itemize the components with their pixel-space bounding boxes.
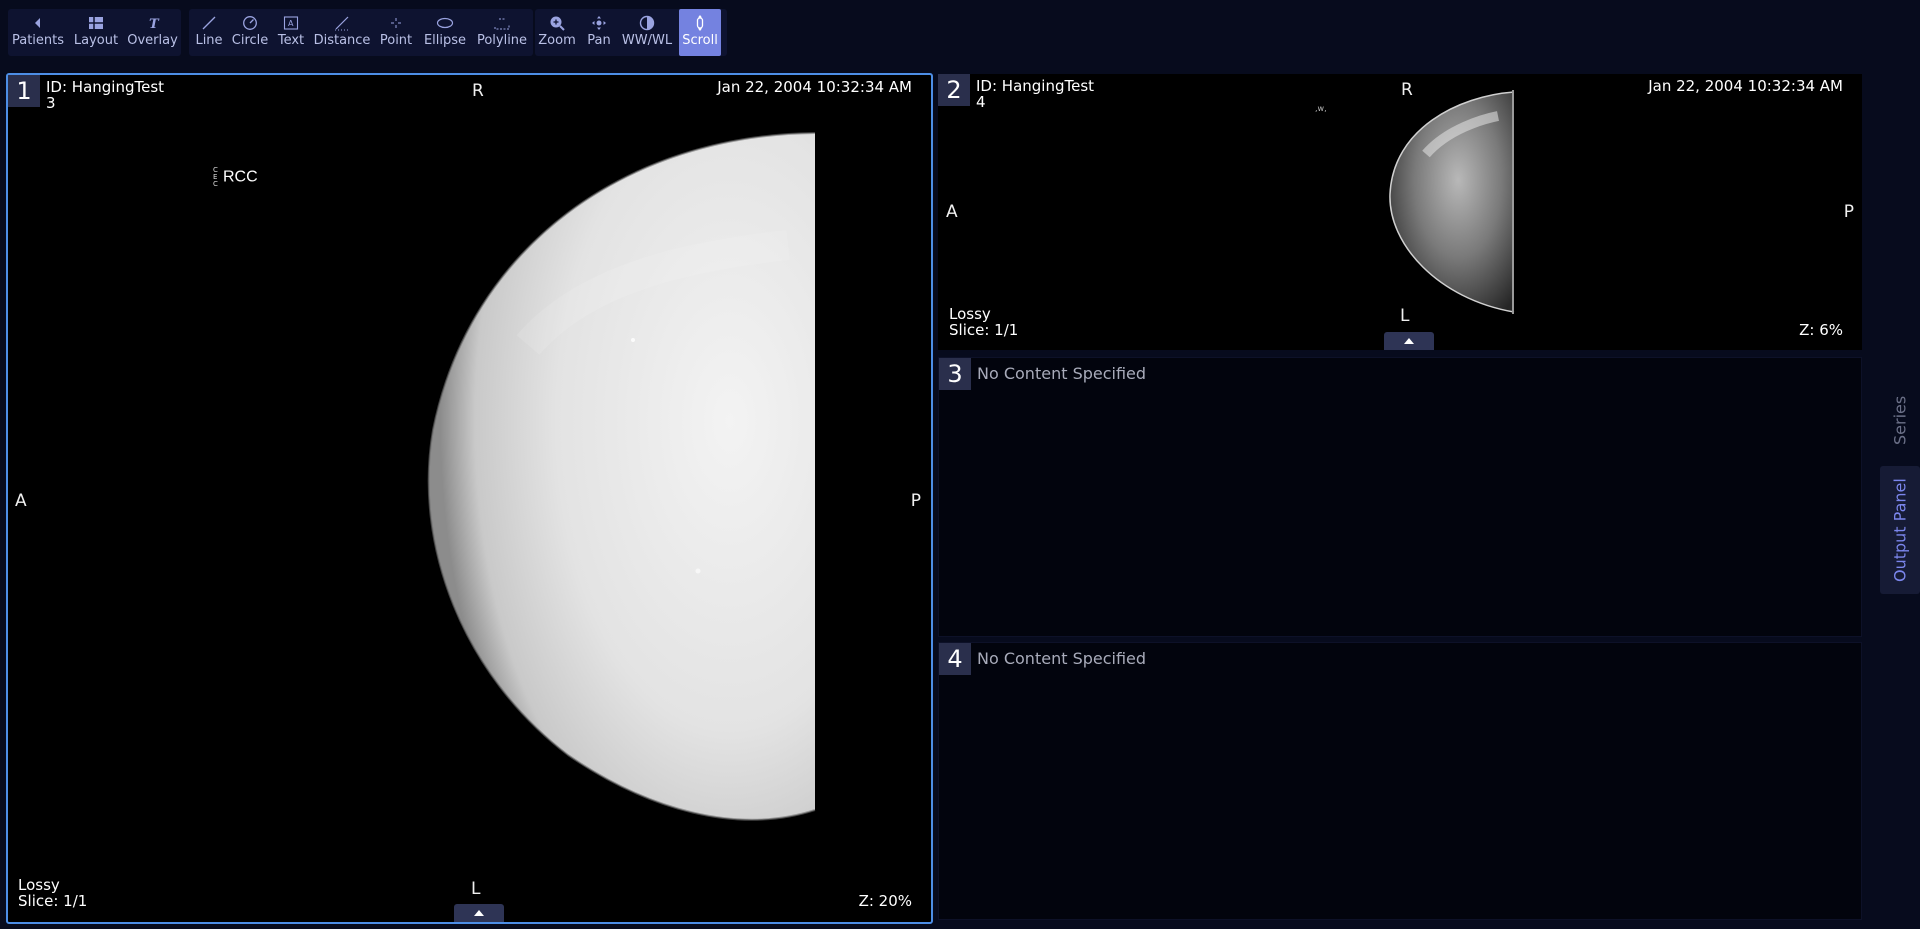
layout-button[interactable]: Layout — [68, 9, 124, 56]
svg-text:A: A — [288, 19, 294, 28]
view-position-label: RCC — [222, 168, 258, 186]
point-tool-button[interactable]: Point — [373, 9, 419, 56]
zoom-level: Z: 6% — [1799, 321, 1843, 339]
text-label: Text — [277, 33, 305, 48]
polyline-tool-button[interactable]: Polyline — [471, 9, 533, 56]
zoom-icon — [548, 14, 566, 32]
overlay-icon: T — [144, 14, 162, 32]
text-icon: A — [282, 14, 300, 32]
ellipse-label: Ellipse — [423, 33, 467, 48]
orientation-top: R — [472, 81, 484, 101]
orientation-bottom: L — [471, 879, 481, 899]
orientation-right: P — [1843, 202, 1854, 222]
chevron-up-icon — [474, 910, 484, 916]
contrast-icon — [638, 14, 656, 32]
orientation-bottom: L — [1400, 306, 1410, 326]
viewport-3[interactable]: 3 No Content Specified — [938, 357, 1862, 637]
overlay-label: Overlay — [127, 33, 178, 48]
overlay-button[interactable]: T Overlay — [124, 9, 181, 56]
nav-tool-group: Patients Layout T Overlay — [8, 9, 181, 56]
scroll-label: Scroll — [682, 33, 718, 48]
pan-label: Pan — [587, 33, 611, 48]
pan-tool-button[interactable]: Pan — [579, 9, 619, 56]
orientation-left: A — [946, 202, 958, 222]
output-panel-label: Output Panel — [1890, 478, 1910, 582]
ellipse-icon — [436, 14, 454, 32]
polyline-icon — [493, 14, 511, 32]
view-tool-group: Zoom Pan WW/WL Scroll — [535, 9, 727, 56]
mammogram-image[interactable] — [8, 75, 931, 922]
viewport-4[interactable]: 4 No Content Specified — [938, 642, 1862, 920]
main-toolbar: Patients Layout T Overlay Line Circle A … — [0, 0, 1920, 68]
orientation-left: A — [15, 491, 27, 511]
pan-icon — [590, 14, 608, 32]
viewport-number: 3 — [939, 358, 971, 390]
compression-label: Lossy — [949, 305, 991, 323]
layout-icon — [87, 14, 105, 32]
circle-icon — [241, 14, 259, 32]
zoom-tool-button[interactable]: Zoom — [535, 9, 579, 56]
wwwl-label: WW/WL — [621, 33, 673, 48]
marker-glyph-icon: CEC — [213, 166, 218, 188]
zoom-level: Z: 20% — [858, 892, 912, 910]
point-icon — [387, 14, 405, 32]
view-marker: CEC RCC — [213, 167, 258, 188]
scroll-icon — [691, 14, 709, 32]
circle-label: Circle — [231, 33, 269, 48]
viewport-number: 4 — [939, 643, 971, 675]
distance-tool-button[interactable]: Distance — [311, 9, 373, 56]
series-panel-label: Series — [1890, 395, 1910, 445]
output-panel-tab[interactable]: Output Panel — [1880, 466, 1920, 594]
patients-label: Patients — [11, 33, 65, 48]
point-label: Point — [379, 33, 413, 48]
annotation-tool-group: Line Circle A Text Distance Point Ellips… — [189, 9, 533, 56]
chevron-up-icon — [1404, 338, 1414, 344]
zoom-label: Zoom — [538, 33, 576, 48]
slice-indicator: Slice: 1/1 — [949, 321, 1019, 339]
line-label: Line — [195, 33, 223, 48]
distance-label: Distance — [313, 33, 371, 48]
expand-thumbnail-button[interactable] — [454, 904, 504, 922]
line-tool-button[interactable]: Line — [189, 9, 229, 56]
text-tool-button[interactable]: A Text — [271, 9, 311, 56]
svg-text:T: T — [149, 17, 160, 30]
distance-icon — [333, 14, 351, 32]
orientation-right: P — [910, 491, 921, 511]
empty-viewport-message: No Content Specified — [977, 364, 1147, 383]
empty-viewport-message: No Content Specified — [977, 649, 1147, 668]
slice-indicator: Slice: 1/1 — [18, 892, 88, 910]
series-panel-tab[interactable]: Series — [1880, 360, 1920, 480]
compression-label: Lossy — [18, 876, 60, 894]
scroll-tool-button[interactable]: Scroll — [679, 9, 721, 56]
circle-tool-button[interactable]: Circle — [229, 9, 271, 56]
ellipse-tool-button[interactable]: Ellipse — [419, 9, 471, 56]
viewport-1[interactable]: 1 ID: HangingTest 3 Jan 22, 2004 10:32:3… — [6, 73, 933, 924]
orientation-top: R — [1401, 80, 1413, 100]
patients-button[interactable]: Patients — [8, 9, 68, 56]
svg-text:,w,: ,w, — [1315, 104, 1327, 113]
viewport-2[interactable]: 2 ID: HangingTest 4 Jan 22, 2004 10:32:3… — [938, 74, 1862, 350]
layout-label: Layout — [73, 33, 119, 48]
line-icon — [200, 14, 218, 32]
wwwl-tool-button[interactable]: WW/WL — [619, 9, 675, 56]
polyline-label: Polyline — [476, 33, 528, 48]
chevron-left-icon — [29, 14, 47, 32]
expand-thumbnail-button[interactable] — [1384, 332, 1434, 350]
